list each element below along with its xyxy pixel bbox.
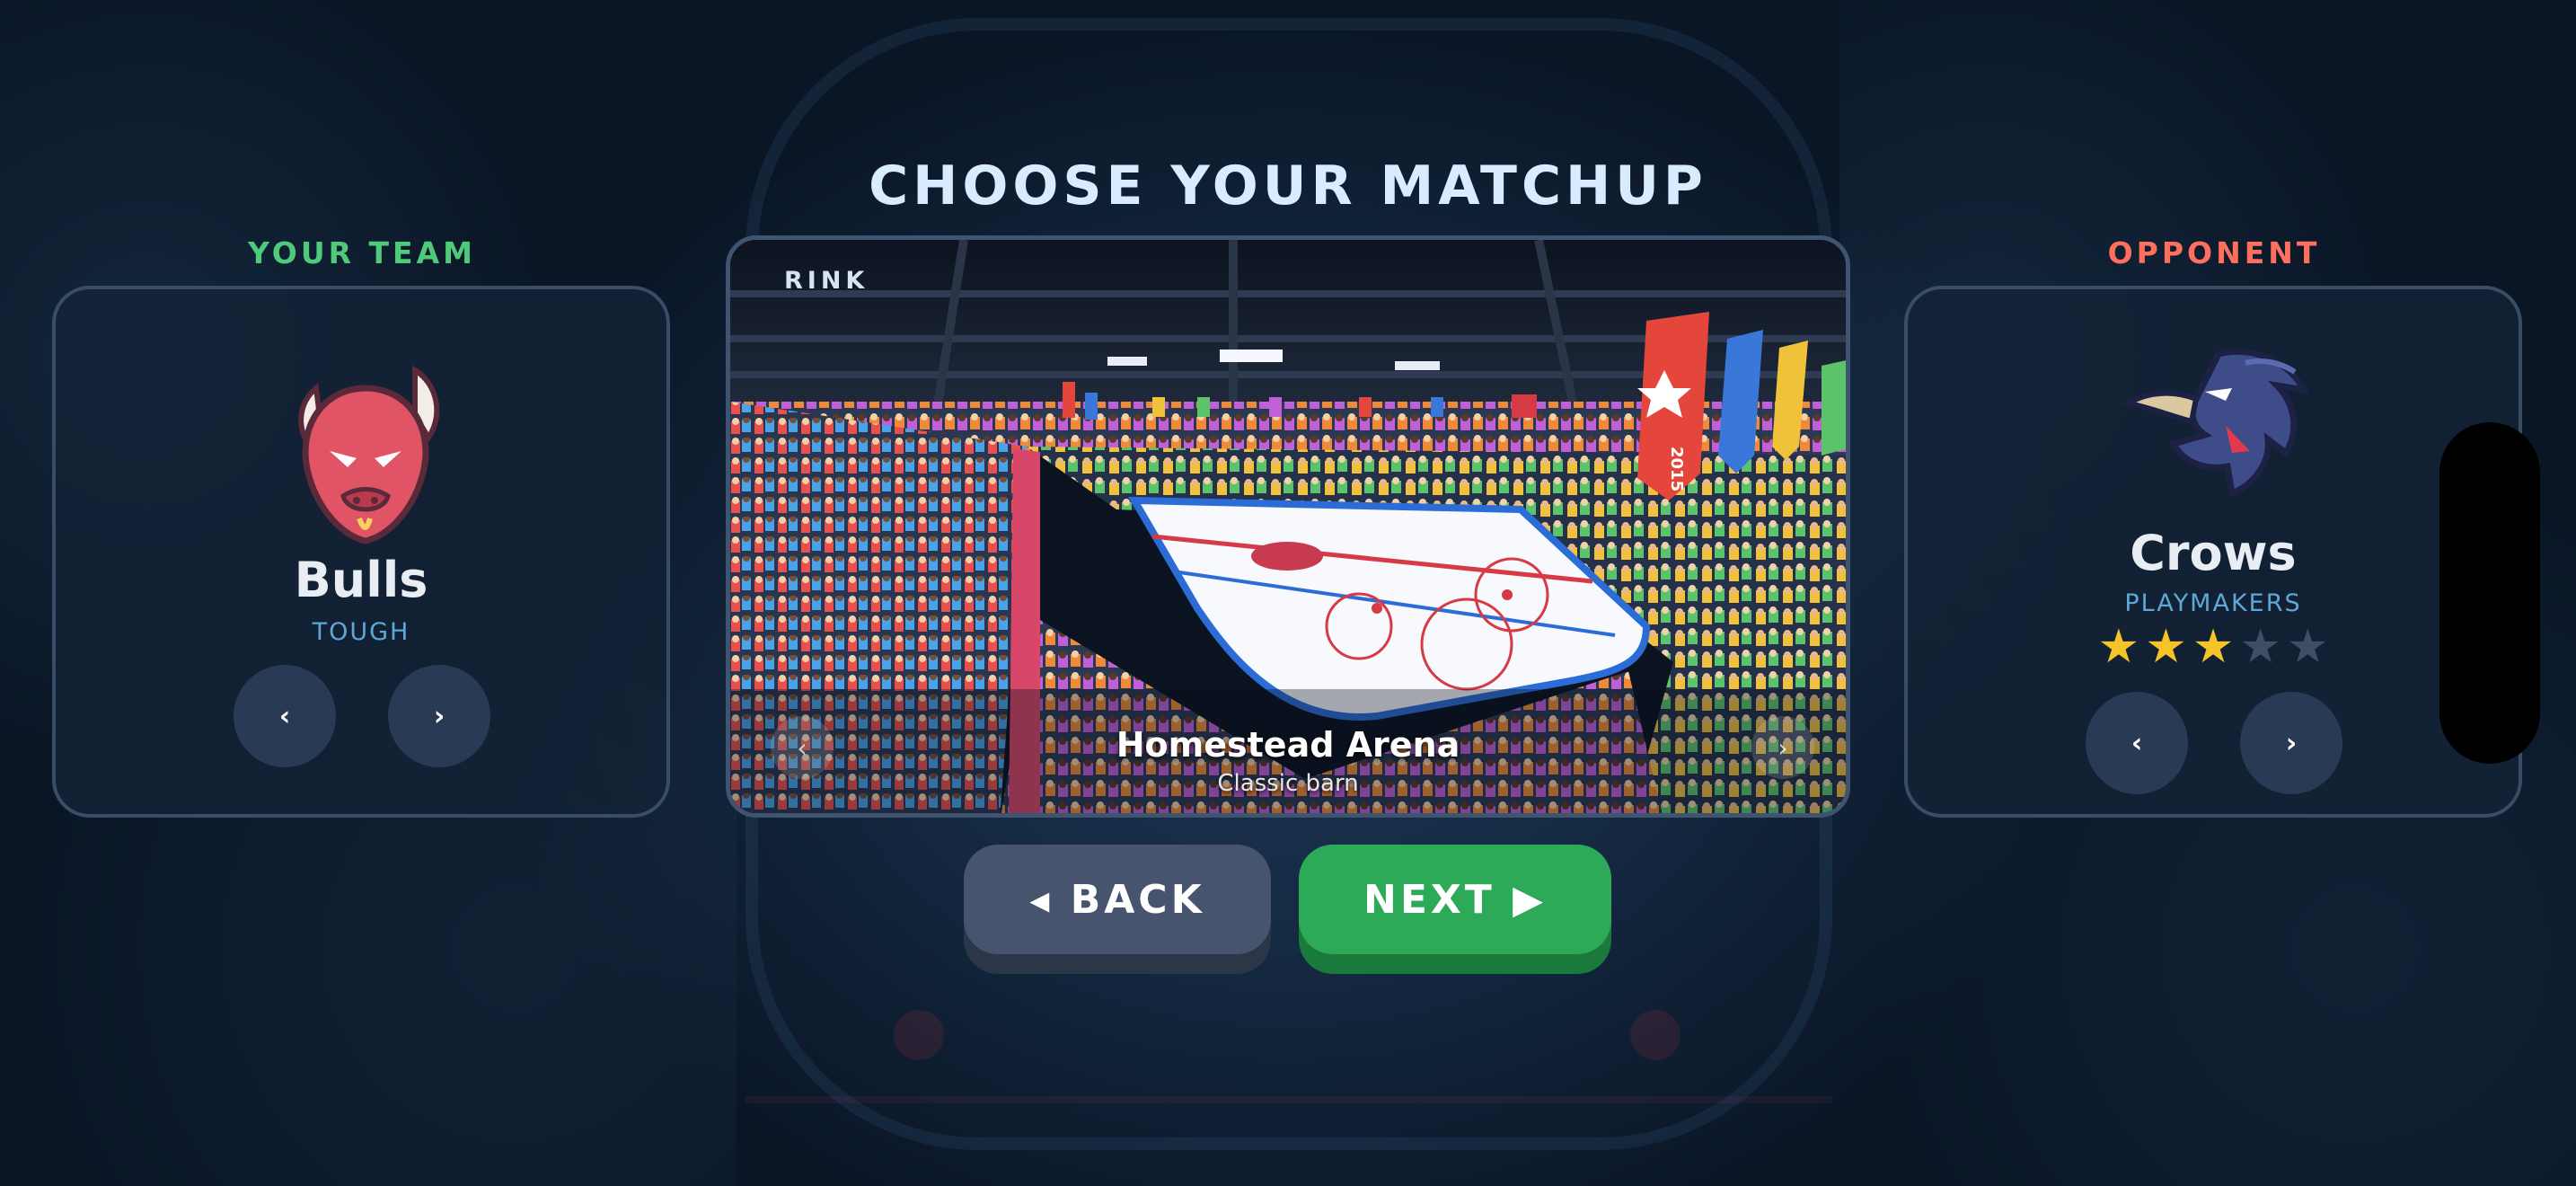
rink-tag: RINK — [784, 267, 869, 295]
rink-preview: 2015 RINK ‹ › Homestead Arena Classic ba… — [726, 235, 1850, 818]
background-faceoff-dot — [894, 1010, 944, 1060]
page-title: CHOOSE YOUR MATCHUP — [869, 155, 1707, 217]
background-rink-line — [745, 1096, 1832, 1103]
opponent-prev-button[interactable]: ‹ — [2086, 692, 2188, 794]
your-team-panel: Bulls TOUGH ‹ › — [52, 286, 670, 818]
star-empty-icon: ★ — [2239, 620, 2281, 674]
arena-name: Homestead Arena — [1116, 725, 1460, 765]
your-team-label: YOUR TEAM — [248, 235, 476, 270]
star-filled-icon: ★ — [2097, 620, 2140, 674]
opponent-rating: ★ ★ ★ ★ ★ — [1908, 624, 2519, 670]
star-empty-icon: ★ — [2286, 620, 2329, 674]
chevron-right-icon: › — [2285, 727, 2298, 759]
banner-text: 2015 — [1667, 447, 1686, 491]
background-faceoff-dot — [1630, 1010, 1681, 1060]
bull-mascot-icon — [280, 352, 451, 550]
chevron-left-icon: ‹ — [278, 700, 291, 732]
device-side-pill — [2439, 422, 2540, 764]
star-filled-icon: ★ — [2145, 620, 2187, 674]
your-team-next-button[interactable]: › — [388, 665, 490, 767]
back-button[interactable]: ◂ BACK — [964, 845, 1271, 954]
opponent-label: OPPONENT — [2107, 235, 2321, 270]
opponent-team-style: PLAYMAKERS — [2124, 589, 2302, 617]
opponent-next-button[interactable]: › — [2240, 692, 2342, 794]
crow-mascot-icon — [2120, 336, 2317, 498]
your-team-prev-button[interactable]: ‹ — [234, 665, 336, 767]
next-button[interactable]: NEXT ▶ — [1299, 845, 1611, 954]
star-filled-icon: ★ — [2192, 620, 2235, 674]
arena-subtitle: Classic barn — [1217, 770, 1359, 797]
your-team-name: Bulls — [294, 552, 428, 608]
opponent-panel: Crows PLAYMAKERS ★ ★ ★ ★ ★ ‹ › — [1904, 286, 2522, 818]
opponent-team-name: Crows — [2130, 525, 2297, 581]
your-team-style: TOUGH — [312, 618, 410, 646]
chevron-right-icon: › — [433, 700, 446, 732]
chevron-left-icon: ‹ — [2130, 727, 2143, 759]
